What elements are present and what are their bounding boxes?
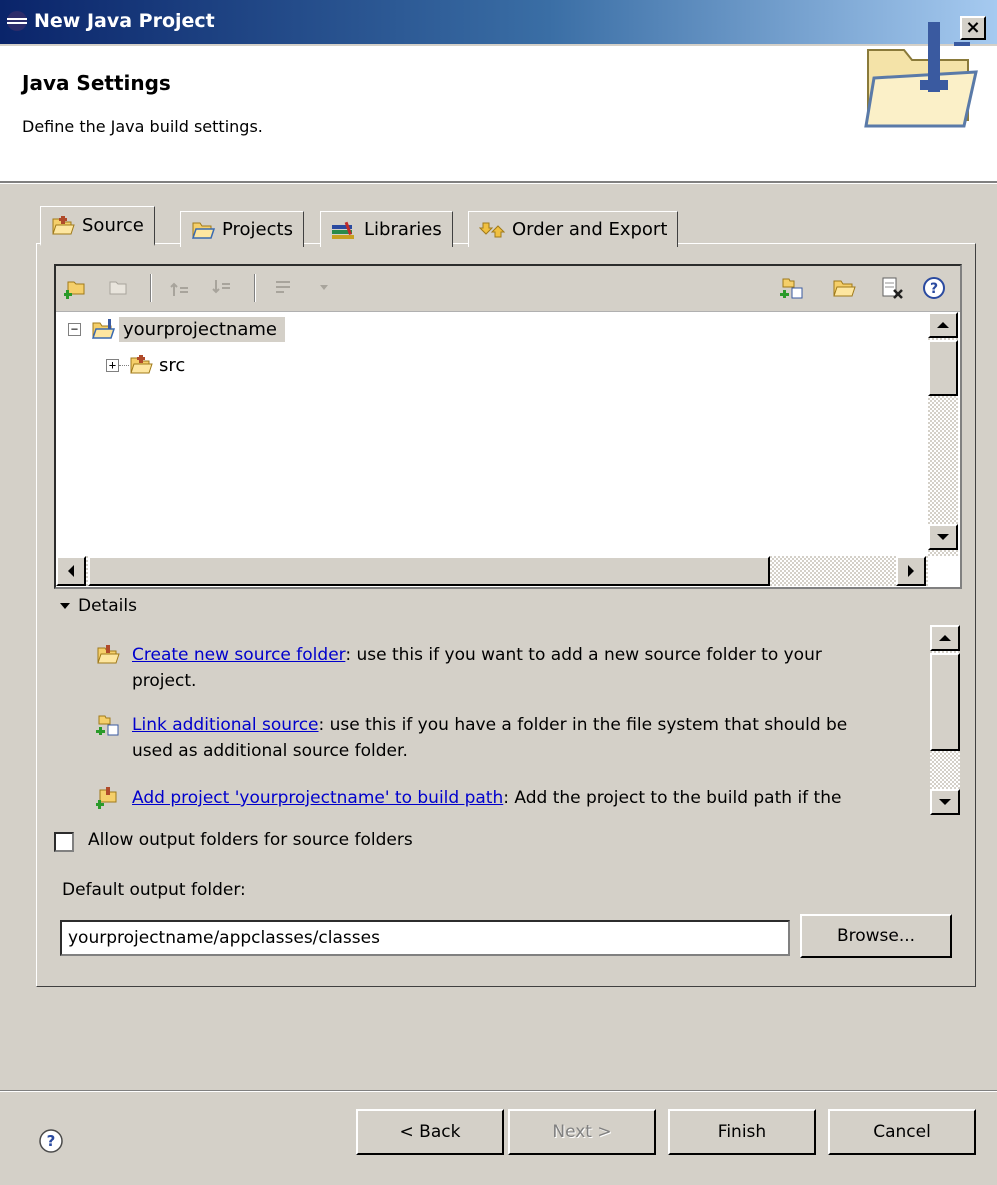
detail-text-continued: project.	[132, 671, 197, 691]
detail-create-source-folder: Create new source folder: use this if yo…	[96, 643, 926, 695]
allow-output-folders-checkbox[interactable]	[54, 832, 74, 852]
open-folder-icon[interactable]	[832, 276, 856, 300]
arrow-up-icon	[937, 322, 949, 328]
tree-item-src[interactable]: + src	[106, 348, 185, 382]
tree-item-project[interactable]: − yourprojectname	[68, 312, 285, 346]
tab-libraries[interactable]: Libraries	[320, 211, 453, 247]
projects-folder-icon	[191, 222, 215, 239]
arrow-up-icon	[939, 635, 951, 641]
filter-icon	[276, 281, 290, 293]
scroll-right-button[interactable]	[896, 556, 926, 586]
title-bar[interactable]: New Java Project ×	[0, 0, 997, 44]
create-source-folder-link[interactable]: Create new source folder	[132, 645, 345, 665]
remove-entry-icon[interactable]	[880, 276, 904, 300]
link-source-icon	[96, 715, 119, 736]
cancel-button[interactable]: Cancel	[828, 1109, 976, 1155]
detail-text: : use this if you have a folder in the f…	[318, 715, 848, 735]
toolbar-separator	[150, 274, 152, 302]
java-project-icon	[91, 319, 115, 339]
add-folder-icon[interactable]	[64, 276, 88, 300]
tab-projects[interactable]: Projects	[180, 211, 304, 247]
tab-order-export[interactable]: Order and Export	[468, 211, 679, 247]
tree-item-label: src	[159, 354, 186, 376]
eclipse-icon	[7, 11, 27, 31]
next-button[interactable]: Next >	[508, 1109, 656, 1155]
detail-link-source: Link additional source: use this if you …	[96, 713, 926, 765]
expand-icon[interactable]: +	[106, 358, 119, 372]
detail-text: : use this if you want to add a new sour…	[345, 645, 822, 665]
scroll-down-button[interactable]	[930, 789, 960, 815]
scroll-up-button[interactable]	[930, 625, 960, 651]
tree-connector	[119, 364, 129, 366]
tab-projects-label: Projects	[222, 219, 293, 240]
details-label: Details	[78, 596, 137, 616]
browse-button[interactable]: Browse...	[800, 914, 952, 958]
svg-text:?: ?	[47, 1132, 56, 1150]
toolbar-separator	[254, 274, 256, 302]
scroll-down-button[interactable]	[928, 524, 958, 550]
footer-separator	[0, 1090, 997, 1092]
allow-output-folders-label: Allow output folders for source folders	[88, 830, 413, 850]
scroll-up-button[interactable]	[928, 312, 958, 338]
tab-source-label: Source	[82, 215, 144, 236]
finish-button[interactable]: Finish	[668, 1109, 816, 1155]
source-folder-icon	[52, 215, 75, 234]
arrow-down-icon	[939, 799, 951, 805]
move-up-icon	[170, 282, 188, 296]
add-project-to-build-path-link[interactable]: Add project 'yourprojectname' to build p…	[132, 788, 503, 808]
collapse-icon[interactable]: −	[68, 322, 81, 336]
tab-libraries-label: Libraries	[364, 219, 442, 240]
java-folder-banner-icon	[864, 22, 978, 128]
back-button[interactable]: < Back	[356, 1109, 504, 1155]
arrow-down-icon	[937, 534, 949, 540]
source-folder-icon	[97, 645, 120, 664]
tab-order-export-label: Order and Export	[512, 219, 668, 240]
detail-text: : Add the project to the build path if t…	[503, 788, 842, 808]
package-folder-icon	[130, 355, 153, 374]
scroll-thumb[interactable]	[88, 556, 770, 586]
link-additional-source-link[interactable]: Link additional source	[132, 715, 319, 735]
add-folder-disabled-icon	[109, 281, 127, 295]
scroll-thumb[interactable]	[930, 653, 960, 751]
details-toggle[interactable]: Details	[60, 596, 137, 616]
add-folder-icon	[96, 787, 117, 809]
default-output-folder-label: Default output folder:	[62, 880, 246, 900]
scroll-thumb[interactable]	[928, 340, 958, 396]
order-export-icon	[479, 222, 505, 237]
detail-add-project: Add project 'yourprojectname' to build p…	[96, 786, 926, 814]
window-title: New Java Project	[34, 10, 215, 32]
move-down-icon	[212, 280, 230, 294]
detail-text-continued: used as additional source folder.	[132, 741, 408, 761]
source-tree[interactable]: − yourprojectname + src	[56, 312, 928, 556]
svg-text:?: ?	[930, 281, 938, 297]
caret-down-icon	[60, 603, 70, 609]
arrow-left-icon	[68, 565, 74, 577]
arrow-right-icon	[908, 565, 914, 577]
tree-item-label: yourprojectname	[119, 316, 285, 342]
help-icon[interactable]: ?	[922, 276, 946, 300]
default-output-folder-input[interactable]	[60, 920, 790, 956]
page-title: Java Settings	[22, 71, 171, 95]
link-source-icon[interactable]	[780, 276, 804, 300]
source-toolbar: ?	[56, 266, 960, 312]
header-separator	[0, 182, 997, 184]
page-description: Define the Java build settings.	[22, 117, 263, 136]
wizard-header: Java Settings Define the Java build sett…	[0, 46, 997, 182]
scroll-left-button[interactable]	[56, 556, 86, 586]
dropdown-arrow-icon	[320, 285, 328, 290]
help-icon[interactable]: ?	[38, 1128, 64, 1154]
tab-source[interactable]: Source	[40, 206, 155, 246]
libraries-icon	[332, 221, 354, 239]
